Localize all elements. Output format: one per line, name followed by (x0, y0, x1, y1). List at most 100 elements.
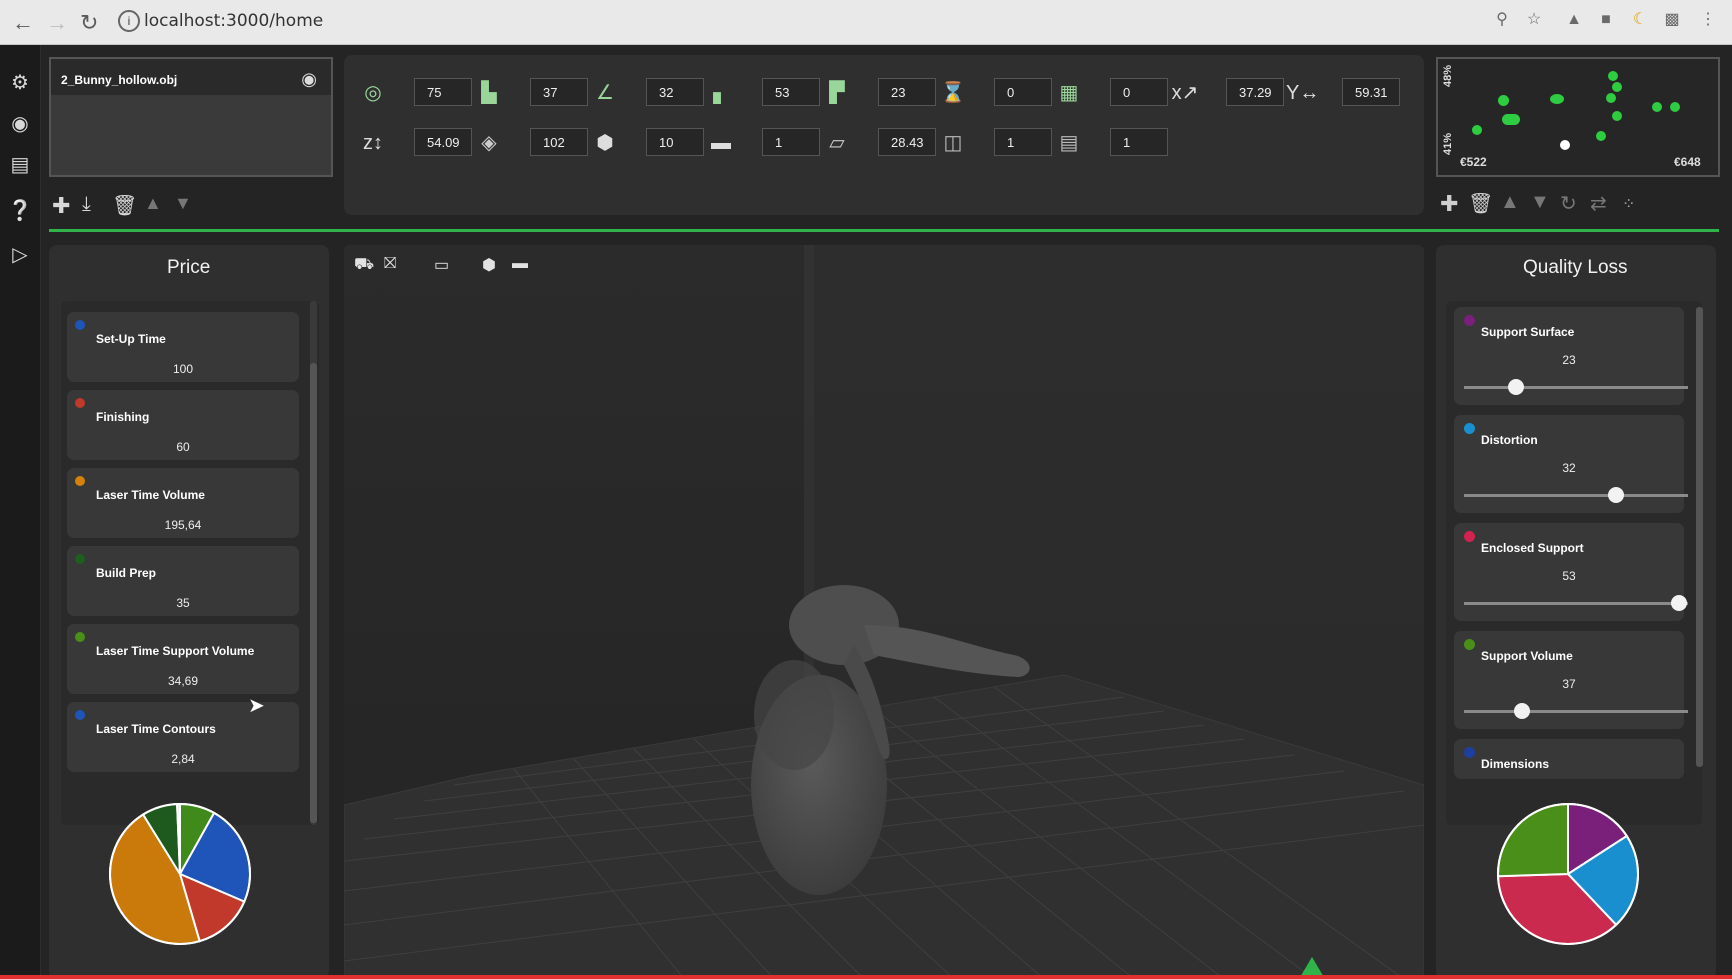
minimap-point[interactable] (1670, 102, 1680, 112)
quality-scrollbar-thumb[interactable] (1696, 307, 1703, 767)
move-down-icon[interactable]: ▼ (1530, 191, 1550, 214)
address-bar[interactable]: localhost:3000/home (144, 11, 323, 31)
quality-value: 37 (1562, 677, 1576, 691)
minimap-selected-point[interactable] (1560, 140, 1570, 150)
forward-arrow-icon[interactable]: → (46, 10, 68, 36)
quality-title: Quality Loss (1523, 257, 1628, 278)
angle-icon: ∠ (596, 82, 614, 104)
param-input[interactable]: 10 (646, 128, 704, 156)
view-platform-icon[interactable]: ▬ (512, 255, 528, 273)
price-card[interactable]: Laser Time Volume 195,64 (67, 468, 299, 538)
file-row[interactable]: 2_Bunny_hollow.obj ◉ (51, 59, 331, 95)
slider-thumb[interactable] (1507, 379, 1524, 395)
param-input[interactable]: 75 (414, 78, 472, 106)
price-card[interactable]: Laser Time Support Volume 34,69 (67, 624, 299, 694)
x-diagonal-icon: x↗ (1171, 82, 1199, 104)
minimap-point[interactable] (1498, 95, 1509, 106)
quality-slider[interactable] (1464, 595, 1688, 611)
quality-slider[interactable] (1464, 703, 1688, 719)
move-down-icon[interactable]: ▼ (174, 193, 192, 214)
scatter-icon[interactable]: ⁘ (1622, 194, 1635, 214)
param-input[interactable]: 1 (994, 128, 1052, 156)
visibility-eye-icon[interactable]: ◉ (301, 69, 317, 90)
param-input[interactable]: 23 (878, 78, 936, 106)
minimap-point[interactable] (1612, 82, 1622, 92)
quality-label: Support Volume (1481, 649, 1573, 663)
param-input[interactable]: 0 (994, 78, 1052, 106)
quality-pie-chart (1497, 802, 1639, 945)
minimap-point[interactable] (1472, 125, 1482, 135)
quality-slider[interactable] (1464, 487, 1688, 503)
play-icon[interactable]: ▷ (6, 241, 34, 269)
price-card[interactable]: Set-Up Time 100 (67, 312, 299, 382)
param-input[interactable]: 32 (646, 78, 704, 106)
pareto-minimap[interactable]: 48% 41% €522 €648 (1436, 57, 1720, 177)
menu-kebab-icon[interactable]: ⋮ (1698, 10, 1718, 30)
price-card[interactable]: Build Prep 35 (67, 546, 299, 616)
add-icon[interactable]: ✚ (1440, 191, 1458, 217)
settings-gear-icon[interactable]: ⚙ (6, 69, 34, 97)
minimap-point[interactable] (1550, 94, 1564, 104)
help-icon[interactable]: ❔ (6, 197, 34, 225)
param-input[interactable]: 1 (762, 128, 820, 156)
extension-drive-icon[interactable]: ▲ (1564, 10, 1584, 30)
minimap-point[interactable] (1606, 93, 1616, 103)
slider-thumb[interactable] (1514, 703, 1531, 719)
param-input[interactable]: 37.29 (1226, 78, 1284, 106)
star-icon[interactable]: ☆ (1524, 10, 1544, 30)
minimap-x-left-label: €522 (1460, 155, 1487, 169)
layers-icon[interactable]: ▤ (6, 151, 34, 179)
param-input[interactable]: 102 (530, 128, 588, 156)
move-up-icon[interactable]: ▲ (1500, 191, 1520, 214)
divider-line (49, 229, 1719, 232)
price-label: Set-Up Time (96, 332, 166, 346)
reload-icon[interactable]: ↻ (80, 10, 98, 36)
refresh-icon[interactable]: ↻ (1560, 191, 1577, 216)
extension-square-icon[interactable]: ▩ (1662, 10, 1682, 30)
minimap-point[interactable] (1612, 111, 1622, 121)
key-icon[interactable]: ⚲ (1492, 10, 1512, 30)
param-input[interactable]: 53 (762, 78, 820, 106)
minimap-point[interactable] (1596, 131, 1606, 141)
minimap-point[interactable] (1652, 102, 1662, 112)
param-input[interactable]: 37 (530, 78, 588, 106)
extension-g-icon[interactable]: ■ (1596, 10, 1616, 30)
trash-icon[interactable]: 🗑 (112, 193, 137, 218)
param-input[interactable]: 59.31 (1342, 78, 1400, 106)
move-up-icon[interactable]: ▲ (144, 193, 162, 214)
param-input[interactable]: 0 (1110, 78, 1168, 106)
app-root: ⚙ ◉ ▤ ❔ ▷ 2_Bunny_hollow.obj ◉ ✚ ⤓ 🗑 ▲ ▼… (0, 45, 1732, 979)
view-car-side-icon[interactable]: ⛝ (384, 255, 396, 273)
viewport-scene (344, 245, 1424, 979)
swap-icon[interactable]: ⇄ (1590, 191, 1607, 216)
download-icon[interactable]: ⤓ (82, 193, 91, 216)
browser-chrome: ← → ↻ i localhost:3000/home ⚲ ☆ ▲ ■ ☾ ▩ … (0, 0, 1732, 45)
price-scrollbar-thumb[interactable] (310, 363, 317, 823)
platform-icon: ▬ (711, 132, 731, 154)
3d-viewport[interactable]: ⛟ ⛝ ▭ ⬢ ▬ (344, 245, 1424, 979)
overhang-icon: ▛ (829, 82, 845, 104)
quality-color-dot (1464, 639, 1475, 650)
trash-icon[interactable]: 🗑 (1468, 191, 1493, 216)
view-cube-icon[interactable]: ⬢ (482, 255, 496, 275)
add-file-icon[interactable]: ✚ (52, 193, 70, 219)
file-list: 2_Bunny_hollow.obj ◉ (49, 57, 333, 177)
extension-moon-icon[interactable]: ☾ (1630, 10, 1650, 30)
slider-thumb[interactable] (1608, 487, 1625, 503)
price-card[interactable]: Finishing 60 (67, 390, 299, 460)
quality-color-dot (1464, 747, 1475, 758)
view-toggle-icon[interactable]: ▭ (434, 255, 449, 275)
param-input[interactable]: 28.43 (878, 128, 936, 156)
quality-slider[interactable] (1464, 379, 1688, 395)
param-input[interactable]: 1 (1110, 128, 1168, 156)
param-input[interactable]: 54.09 (414, 128, 472, 156)
quality-color-dot (1464, 423, 1475, 434)
slider-thumb[interactable] (1671, 595, 1688, 611)
back-arrow-icon[interactable]: ← (12, 10, 34, 36)
info-icon[interactable]: i (118, 10, 140, 32)
price-color-dot (75, 710, 85, 720)
minimap-point[interactable] (1608, 71, 1618, 81)
view-car-front-icon[interactable]: ⛟ (354, 255, 374, 275)
eye-icon[interactable]: ◉ (6, 110, 34, 138)
minimap-point[interactable] (1502, 114, 1520, 125)
